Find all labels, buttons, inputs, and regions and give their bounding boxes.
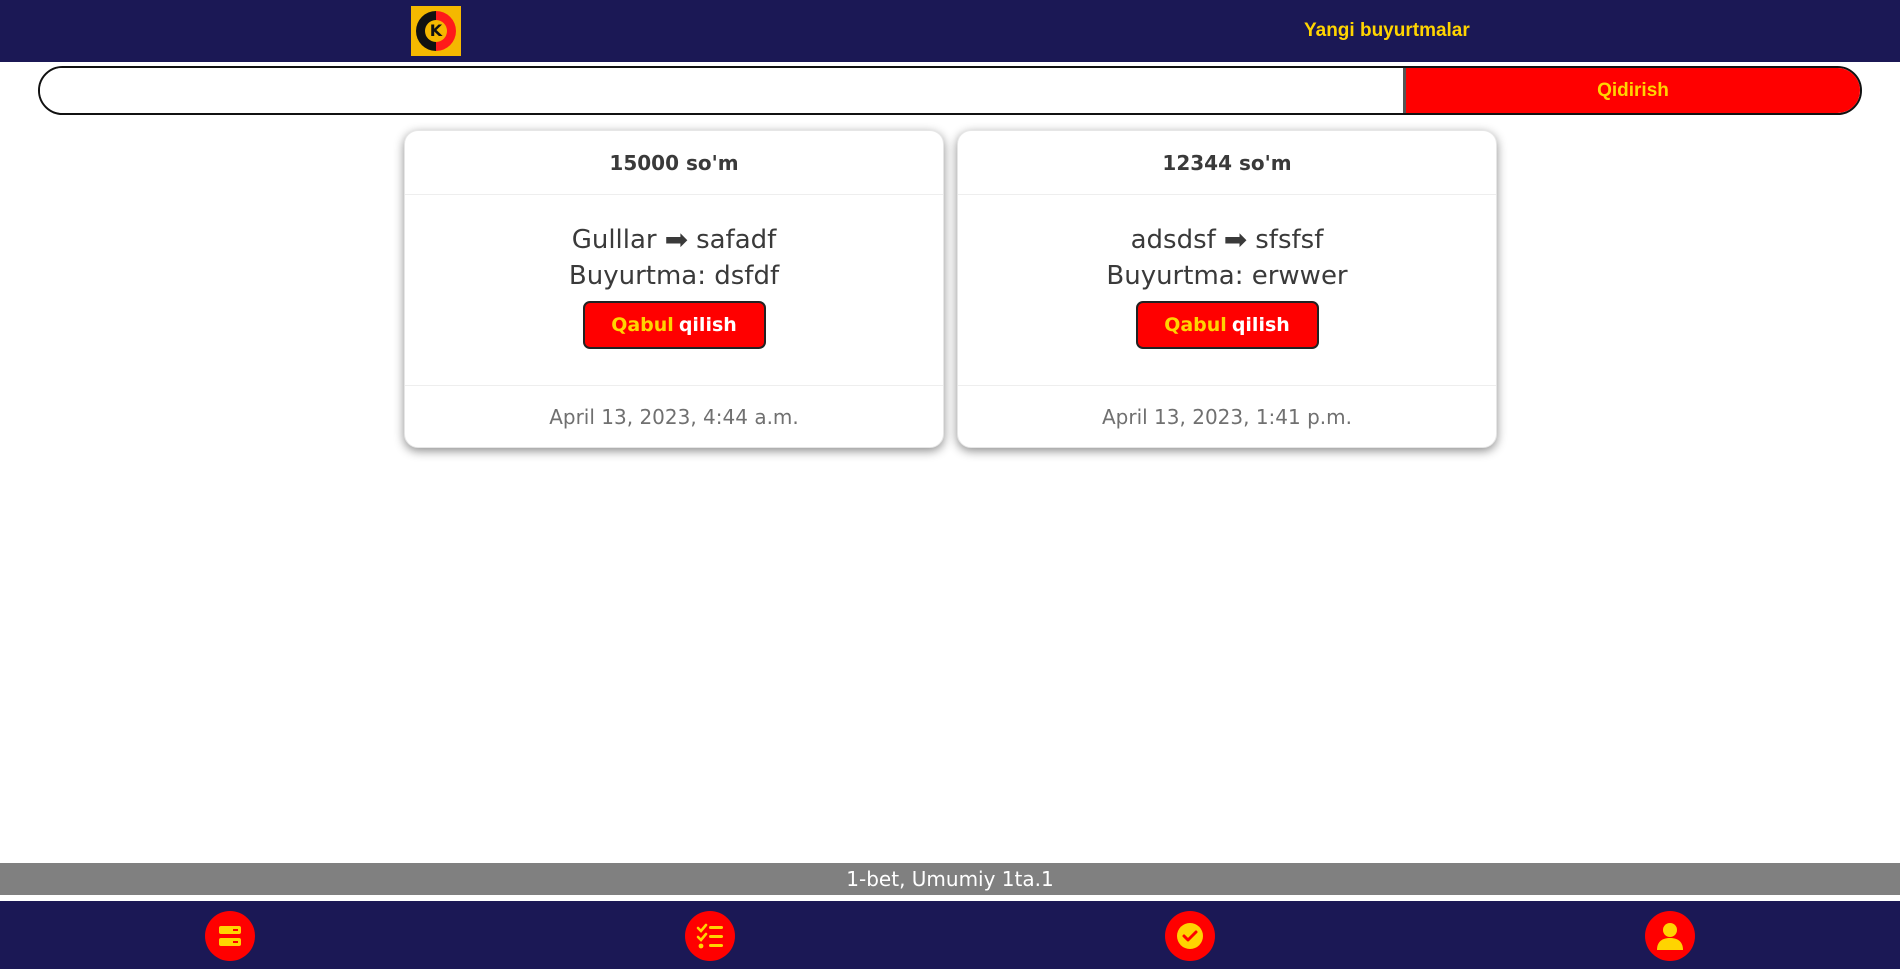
order-description: Buyurtma: dsfdf (568, 261, 780, 291)
nav-completed-button[interactable] (1165, 911, 1215, 961)
nav-profile-button[interactable] (1645, 911, 1695, 961)
logo[interactable]: K (411, 6, 461, 56)
check-circle-icon (1177, 923, 1203, 949)
order-route: adsdsf ➡ sfsfsf (1131, 223, 1324, 257)
order-date: April 13, 2023, 4:44 a.m. (549, 404, 799, 429)
route-to: sfsfsf (1255, 225, 1324, 255)
pagination-info: 1-bet, Umumiy 1ta.1 (0, 863, 1900, 895)
order-route: Gulllar ➡ safadf (572, 223, 777, 257)
order-price: 15000 so'm (405, 131, 943, 195)
accept-label-word2: qilish (1231, 314, 1290, 336)
orders-list-icon (219, 926, 241, 946)
bottom-navbar (0, 901, 1900, 969)
order-body: adsdsf ➡ sfsfsf Buyurtma: erwwer Qabul q… (958, 195, 1496, 386)
nav-orders-button[interactable] (205, 911, 255, 961)
order-card: 12344 so'm adsdsf ➡ sfsfsf Buyurtma: erw… (957, 130, 1497, 448)
nav-tasks-button[interactable] (685, 911, 735, 961)
checklist-icon (696, 923, 723, 949)
route-to: safadf (696, 225, 777, 255)
accept-label-word2: qilish (678, 314, 737, 336)
route-from: adsdsf (1130, 225, 1216, 255)
arrow-right-icon: ➡ (1223, 223, 1248, 256)
accept-button[interactable]: Qabul qilish (1135, 301, 1319, 349)
accept-label-word1: Qabul (611, 314, 674, 336)
order-description: Buyurtma: erwwer (1106, 261, 1348, 291)
top-navbar: K Yangi buyurtmalar (0, 0, 1900, 62)
search-input[interactable] (40, 68, 1406, 113)
logo-letter: K (425, 20, 447, 42)
search-button[interactable]: Qidirish (1406, 68, 1860, 113)
search-bar: Qidirish (38, 66, 1862, 115)
logo-icon: K (416, 11, 456, 51)
order-cards: 15000 so'm Gulllar ➡ safadf Buyurtma: ds… (404, 130, 1497, 448)
order-date: April 13, 2023, 1:41 p.m. (1101, 404, 1352, 429)
new-orders-link[interactable]: Yangi buyurtmalar (1304, 20, 1470, 42)
user-icon (1657, 923, 1683, 950)
arrow-right-icon: ➡ (664, 223, 689, 256)
order-card: 15000 so'm Gulllar ➡ safadf Buyurtma: ds… (404, 130, 944, 448)
order-body: Gulllar ➡ safadf Buyurtma: dsfdf Qabul q… (405, 195, 943, 386)
accept-button[interactable]: Qabul qilish (582, 301, 766, 349)
accept-label-word1: Qabul (1164, 314, 1227, 336)
order-price: 12344 so'm (958, 131, 1496, 195)
route-from: Gulllar (571, 225, 657, 255)
